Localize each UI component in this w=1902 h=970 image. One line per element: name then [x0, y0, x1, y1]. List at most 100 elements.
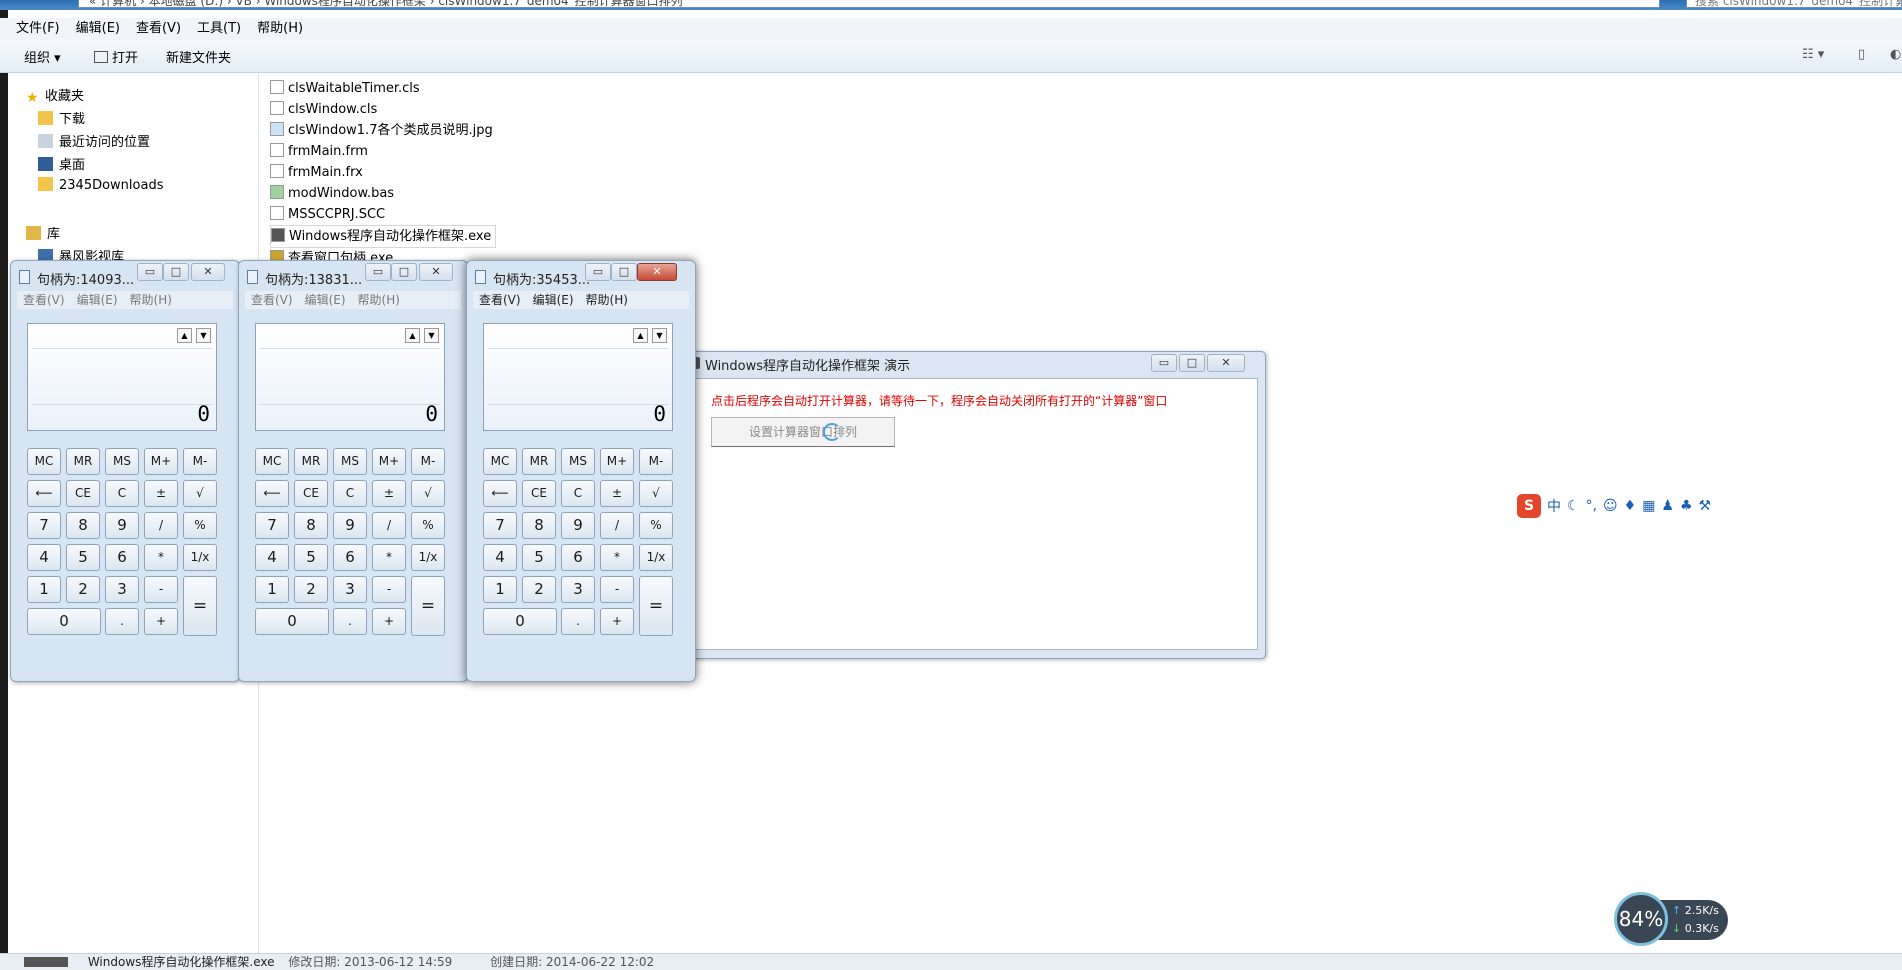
file-item[interactable]: clsWaitableTimer.cls	[270, 78, 870, 99]
calc-key[interactable]: M-	[411, 448, 445, 475]
calc-key[interactable]: 7	[255, 512, 289, 539]
calc-key[interactable]: 4	[27, 544, 61, 571]
calc-key[interactable]: CE	[522, 480, 556, 507]
history-down-icon[interactable]: ▼	[196, 328, 211, 343]
calc-key[interactable]: 2	[522, 576, 556, 603]
calc-key[interactable]: CE	[294, 480, 328, 507]
calc-key[interactable]: 2	[294, 576, 328, 603]
calc-key[interactable]: *	[600, 544, 634, 571]
nav-item-desktop[interactable]: 桌面	[38, 154, 85, 173]
calc-key[interactable]: 1	[255, 576, 289, 603]
calc-key[interactable]: M-	[639, 448, 673, 475]
history-down-icon[interactable]: ▼	[424, 328, 439, 343]
file-item[interactable]: MSSCCPRJ.SCC	[270, 204, 870, 225]
calc-key[interactable]: 3	[333, 576, 367, 603]
calc-key[interactable]: ⟵	[27, 480, 61, 507]
calc-key[interactable]: 7	[27, 512, 61, 539]
calc-key[interactable]: 9	[105, 512, 139, 539]
calc-key[interactable]: 1	[483, 576, 517, 603]
calc-key[interactable]: 9	[561, 512, 595, 539]
menu-file[interactable]: 文件(F)	[8, 18, 68, 40]
calc-key[interactable]: /	[144, 512, 178, 539]
calc-key[interactable]: 6	[105, 544, 139, 571]
search-input[interactable]: 搜索 clsWindow1.7_demo4_控制计算器…	[1686, 0, 1902, 8]
calc-key[interactable]: C	[561, 480, 595, 507]
calc-key[interactable]: ⟵	[255, 480, 289, 507]
calc-key[interactable]: MR	[294, 448, 328, 475]
calc-key-zero[interactable]: 0	[483, 608, 557, 635]
calc-key[interactable]: 7	[483, 512, 517, 539]
calc-key[interactable]: 1/x	[183, 544, 217, 571]
calc-key[interactable]: M+	[372, 448, 406, 475]
calc-key[interactable]: 6	[333, 544, 367, 571]
history-up-icon[interactable]: ▲	[633, 328, 648, 343]
calc-key[interactable]: /	[600, 512, 634, 539]
nav-item-downloads[interactable]: 下载	[38, 108, 85, 127]
menu-tools[interactable]: 工具(T)	[189, 18, 249, 40]
emoji-icon[interactable]: ☺	[1603, 498, 1618, 514]
calc-key[interactable]: -	[600, 576, 634, 603]
calc-key[interactable]: M-	[183, 448, 217, 475]
calc-key[interactable]: 5	[66, 544, 100, 571]
calc-key[interactable]: 8	[294, 512, 328, 539]
view-options-icon[interactable]: ☷ ▾	[1802, 47, 1824, 62]
calc-key[interactable]: C	[105, 480, 139, 507]
calc-key[interactable]: /	[372, 512, 406, 539]
calc-key[interactable]: CE	[66, 480, 100, 507]
minimize-button[interactable]: ▭	[365, 263, 391, 281]
close-button[interactable]: ✕	[419, 263, 453, 281]
file-item[interactable]: frmMain.frm	[270, 141, 870, 162]
calc-key[interactable]: -	[372, 576, 406, 603]
calc-key[interactable]: 8	[66, 512, 100, 539]
calc-menu-item[interactable]: 编辑(E)	[299, 293, 352, 307]
calc-key[interactable]: %	[639, 512, 673, 539]
nav-item-2345downloads[interactable]: 2345Downloads	[38, 177, 163, 193]
file-item-selected[interactable]: Windows程序自动化操作框架.exe	[270, 225, 497, 248]
calc-key-plus[interactable]: +	[144, 608, 178, 635]
wrench-icon[interactable]: ⚒	[1699, 498, 1712, 514]
calc-key-equals[interactable]: =	[411, 576, 445, 636]
calc-key-dot[interactable]: .	[561, 608, 595, 635]
history-down-icon[interactable]: ▼	[652, 328, 667, 343]
calc-key[interactable]: -	[144, 576, 178, 603]
minimize-button[interactable]: ▭	[137, 263, 163, 281]
calc-key[interactable]: 1	[27, 576, 61, 603]
calc-key[interactable]: 3	[561, 576, 595, 603]
calc-key-plus[interactable]: +	[600, 608, 634, 635]
calc-key[interactable]: MC	[27, 448, 61, 475]
calc-menu-item[interactable]: 帮助(H)	[352, 293, 406, 307]
calc-key[interactable]: 9	[333, 512, 367, 539]
calc-key[interactable]: 1/x	[639, 544, 673, 571]
keyboard-icon[interactable]: ▦	[1642, 498, 1655, 514]
calc-key[interactable]: %	[183, 512, 217, 539]
calc-menu-item[interactable]: 查看(V)	[473, 293, 527, 307]
calc-menu-item[interactable]: 编辑(E)	[71, 293, 124, 307]
address-bar[interactable]: « 计算机 › 本地磁盘 (D:) › VB › Windows程序自动化操作框…	[78, 0, 1660, 8]
nav-favorites[interactable]: ★ 收藏夹	[26, 85, 84, 106]
maximize-button[interactable]: □	[391, 263, 417, 281]
ime-mode-label[interactable]: 中	[1547, 496, 1561, 516]
calc-key[interactable]: ±	[600, 480, 634, 507]
file-item[interactable]: modWindow.bas	[270, 183, 870, 204]
calc-key[interactable]: *	[372, 544, 406, 571]
calc-key[interactable]: 5	[294, 544, 328, 571]
calc-key[interactable]: ⟵	[483, 480, 517, 507]
calc-key[interactable]: √	[639, 480, 673, 507]
nav-item-recent[interactable]: 最近访问的位置	[38, 131, 150, 150]
calc-key[interactable]: MS	[561, 448, 595, 475]
calc-key-zero[interactable]: 0	[27, 608, 101, 635]
calc-key[interactable]: ±	[144, 480, 178, 507]
arrange-calculators-button[interactable]: 设置计算器窗口排列	[711, 417, 895, 447]
calc-key[interactable]: 3	[105, 576, 139, 603]
close-button[interactable]: ✕	[1207, 354, 1245, 372]
maximize-button[interactable]: □	[163, 263, 189, 281]
calc-key[interactable]: MC	[483, 448, 517, 475]
calc-key[interactable]: √	[411, 480, 445, 507]
close-button[interactable]: ✕	[637, 263, 677, 281]
calc-menu-item[interactable]: 查看(V)	[245, 293, 299, 307]
file-item[interactable]: clsWindow.cls	[270, 99, 870, 120]
help-icon[interactable]: ◐	[1890, 47, 1901, 62]
calc-key[interactable]: 6	[561, 544, 595, 571]
calc-key[interactable]: 8	[522, 512, 556, 539]
calc-menu-item[interactable]: 帮助(H)	[124, 293, 178, 307]
